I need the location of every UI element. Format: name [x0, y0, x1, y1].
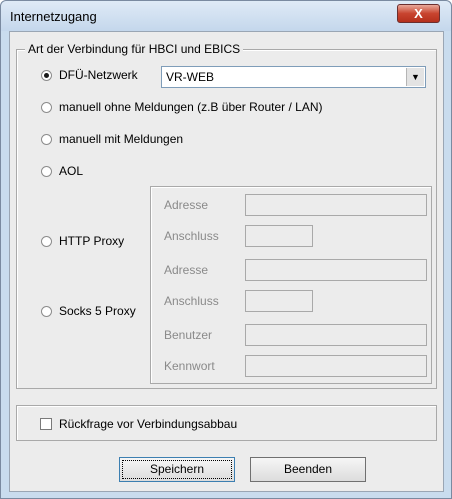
radio-manual-messages-label[interactable]: manuell mit Meldungen — [59, 132, 183, 146]
close-button[interactable]: X — [397, 4, 440, 23]
http-address-label: Adresse — [164, 198, 209, 212]
dialup-select[interactable]: VR-WEB ▼ — [161, 66, 426, 88]
socks-address-input — [245, 259, 427, 281]
radio-manual-messages[interactable] — [41, 134, 52, 145]
confirm-disconnect-checkbox[interactable] — [40, 418, 52, 430]
socks-user-input — [245, 324, 427, 346]
radio-dialup-label[interactable]: DFÜ-Netzwerk — [59, 68, 138, 82]
radio-http-proxy[interactable] — [41, 236, 52, 247]
window-title: Internetzugang — [10, 9, 97, 24]
http-port-input — [245, 225, 313, 247]
http-address-input — [245, 194, 427, 216]
radio-aol-label[interactable]: AOL — [59, 164, 83, 178]
connection-group-legend: Art der Verbindung für HBCI und EBICS — [25, 42, 244, 56]
connection-type-group: Art der Verbindung für HBCI und EBICS DF… — [16, 42, 437, 389]
radio-dialup[interactable] — [41, 70, 52, 81]
socks-address-label: Adresse — [164, 263, 209, 277]
quit-button[interactable]: Beenden — [250, 457, 366, 482]
radio-socks-proxy[interactable] — [41, 306, 52, 317]
socks-password-label: Kennwort — [164, 359, 215, 373]
http-port-label: Anschluss — [164, 229, 219, 243]
proxy-settings-panel: Adresse Anschluss Adresse Anschluss Benu… — [150, 186, 432, 384]
dialup-select-value: VR-WEB — [166, 70, 214, 84]
socks-port-input — [245, 290, 313, 312]
radio-http-proxy-label[interactable]: HTTP Proxy — [59, 234, 124, 248]
dialog-window: Internetzugang X Art der Verbindung für … — [0, 0, 452, 499]
close-icon: X — [414, 6, 423, 21]
confirm-disconnect-group: Rückfrage vor Verbindungsabbau — [16, 405, 437, 441]
chevron-down-icon[interactable]: ▼ — [406, 68, 424, 86]
socks-password-input — [245, 355, 427, 377]
socks-user-label: Benutzer — [164, 328, 213, 342]
radio-manual-silent-label[interactable]: manuell ohne Meldungen (z.B über Router … — [59, 100, 322, 114]
title-bar: Internetzugang X — [1, 1, 451, 31]
radio-manual-silent[interactable] — [41, 102, 52, 113]
radio-aol[interactable] — [41, 166, 52, 177]
save-button[interactable]: Speichern — [119, 457, 235, 482]
dialog-client-area: Art der Verbindung für HBCI und EBICS DF… — [9, 31, 444, 492]
confirm-disconnect-label[interactable]: Rückfrage vor Verbindungsabbau — [59, 417, 237, 431]
socks-port-label: Anschluss — [164, 294, 219, 308]
radio-socks-proxy-label[interactable]: Socks 5 Proxy — [59, 304, 136, 318]
